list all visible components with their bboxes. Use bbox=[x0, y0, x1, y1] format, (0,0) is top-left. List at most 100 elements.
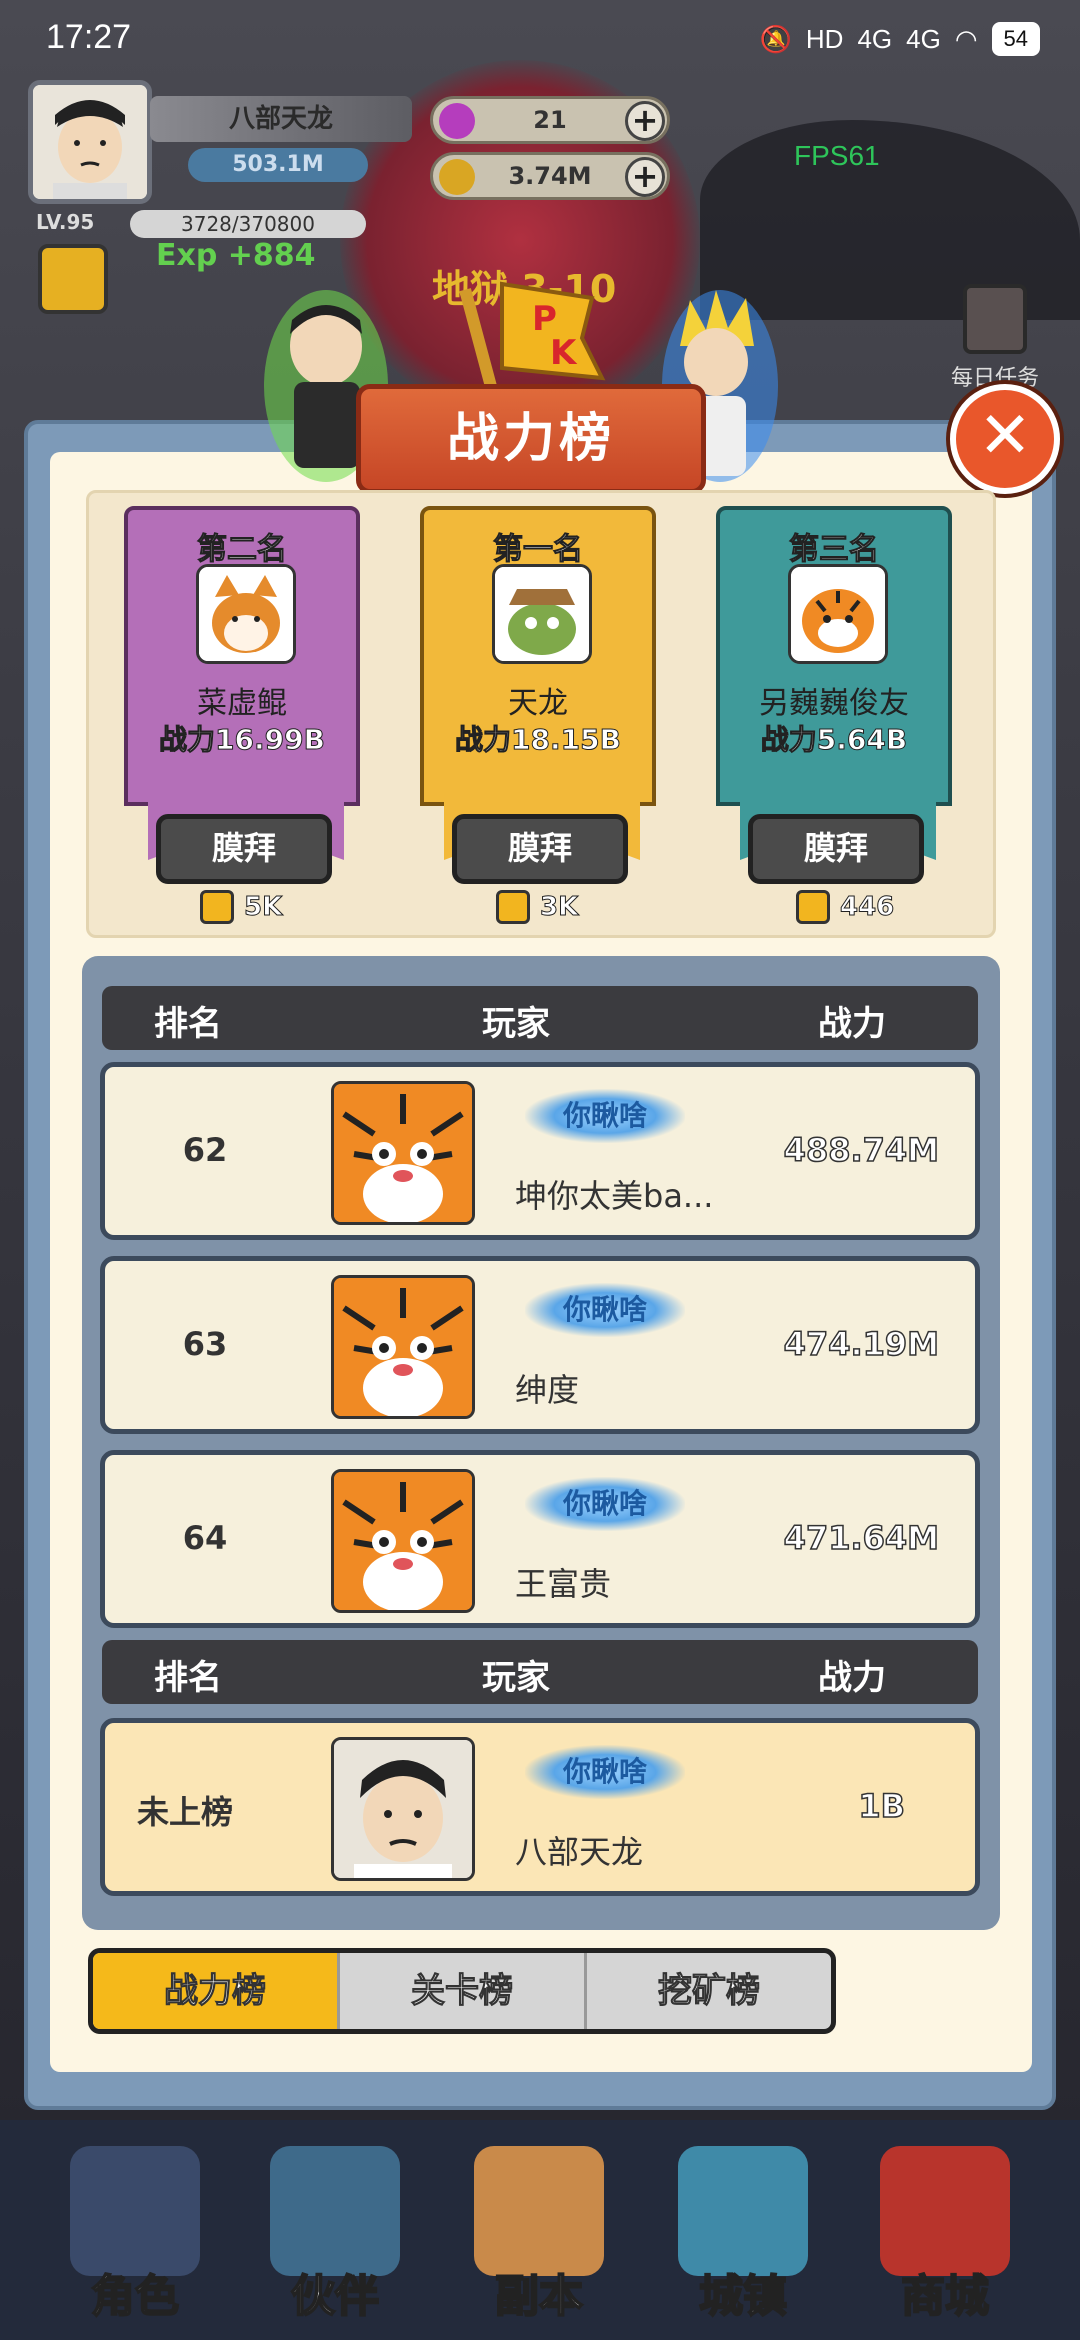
thumbs-up-icon bbox=[796, 890, 830, 924]
partner-icon bbox=[270, 2146, 400, 2276]
header-rank: 排名 bbox=[154, 1004, 222, 1044]
row-player-name: 王富贵 bbox=[515, 1565, 612, 1603]
signal-icon-2: 4G bbox=[906, 23, 941, 54]
tiger-avatar bbox=[331, 1275, 475, 1419]
tab-power[interactable]: 战力榜 bbox=[93, 1953, 340, 2029]
header-player: 玩家 bbox=[482, 1004, 550, 1044]
close-button[interactable]: ✕ bbox=[950, 384, 1060, 494]
player-power: 503.1M bbox=[188, 148, 368, 182]
likes-count: 5K bbox=[243, 892, 283, 923]
worship-button-third[interactable]: 膜拜 bbox=[748, 814, 924, 884]
tab-mining[interactable]: 挖矿榜 bbox=[587, 1953, 831, 2029]
podium-power: 战力5.64B bbox=[760, 723, 908, 757]
tiger-avatar bbox=[331, 1469, 475, 1613]
hd-icon: HD bbox=[805, 23, 844, 54]
my-rank-header: 排名 玩家 战力 bbox=[102, 1640, 978, 1704]
podium-name: 天龙 bbox=[508, 686, 568, 721]
nav-label: 城镇 bbox=[698, 2270, 788, 2323]
signal-icon-1: 4G bbox=[857, 23, 893, 54]
add-gems-button[interactable]: + bbox=[625, 101, 665, 141]
table-row[interactable]: 63 你瞅啥 绅度 474.19M bbox=[100, 1256, 980, 1434]
nav-character[interactable]: 角色 bbox=[40, 2136, 230, 2326]
likes-count: 3K bbox=[539, 892, 579, 923]
row-player-name: 坤你太美ba... bbox=[515, 1177, 714, 1215]
thumbs-up-icon bbox=[496, 890, 530, 924]
row-rank: 64 bbox=[182, 1519, 228, 1557]
player-level: LV.95 bbox=[36, 210, 95, 234]
podium-power: 战力18.15B bbox=[455, 723, 622, 757]
player-avatar[interactable] bbox=[28, 80, 152, 204]
daily-task-button[interactable]: 每日任务 bbox=[940, 284, 1050, 392]
my-rank-row[interactable]: 未上榜 你瞅啥 八部天龙 1B bbox=[100, 1718, 980, 1896]
worship-button-second[interactable]: 膜拜 bbox=[156, 814, 332, 884]
player-name: 八部天龙 bbox=[150, 96, 412, 142]
podium-card-first: 第一名 天龙 战力18.15B bbox=[420, 506, 656, 860]
status-bar: 17:27 🔕 HD 4G 4G ◠ 54 bbox=[0, 0, 1080, 80]
clock: 17:27 bbox=[46, 18, 132, 56]
leaderboard-tabs: 战力榜 关卡榜 挖矿榜 bbox=[88, 1948, 836, 2034]
battery-icon: 54 bbox=[991, 22, 1040, 56]
header-power: 战力 bbox=[818, 1004, 886, 1044]
likes-second: 5K bbox=[200, 890, 283, 924]
row-rank: 62 bbox=[182, 1131, 228, 1169]
scroll-icon bbox=[963, 284, 1027, 354]
place-label: 第二名 bbox=[197, 532, 288, 568]
title-badge: 你瞅啥 bbox=[525, 1745, 685, 1799]
nav-label: 商城 bbox=[900, 2270, 990, 2323]
likes-first: 3K bbox=[496, 890, 579, 924]
worship-button-first[interactable]: 膜拜 bbox=[452, 814, 628, 884]
scroll-map-icon bbox=[474, 2146, 604, 2276]
status-icons: 🔕 HD 4G 4G ◠ 54 bbox=[760, 22, 1040, 56]
nav-dungeon[interactable]: 副本 bbox=[444, 2136, 634, 2326]
row-power: 488.74M bbox=[783, 1130, 940, 1170]
table-header: 排名 玩家 战力 bbox=[102, 986, 978, 1050]
header-power: 战力 bbox=[818, 1658, 886, 1698]
podium-card-third: 第三名 另巍巍俊友 战力5.64B bbox=[716, 506, 952, 860]
nav-partner[interactable]: 伙伴 bbox=[240, 2136, 430, 2326]
side-menu-icon[interactable] bbox=[38, 244, 108, 314]
gold-counter: 3.74M + bbox=[430, 152, 670, 200]
face-icon bbox=[33, 85, 147, 199]
wifi-icon: ◠ bbox=[954, 23, 978, 54]
likes-third: 446 bbox=[796, 890, 895, 924]
pk-flag-icon: P K bbox=[452, 278, 612, 398]
shop-icon bbox=[880, 2146, 1010, 2276]
exp-gain: Exp +884 bbox=[156, 238, 316, 273]
header-player: 玩家 bbox=[482, 1658, 550, 1698]
tiger-avatar bbox=[331, 1081, 475, 1225]
table-row[interactable]: 62 你瞅啥 坤你太美ba... 488.74M bbox=[100, 1062, 980, 1240]
shiba-avatar bbox=[196, 564, 296, 664]
tab-stage[interactable]: 关卡榜 bbox=[340, 1953, 587, 2029]
close-icon: ✕ bbox=[978, 399, 1032, 473]
leaderboard-title: 战力榜 bbox=[356, 384, 706, 494]
table-row[interactable]: 64 你瞅啥 王富贵 471.64M bbox=[100, 1450, 980, 1628]
nav-shop[interactable]: 商城 bbox=[850, 2136, 1040, 2326]
tiger-avatar bbox=[788, 564, 888, 664]
row-power: 1B bbox=[858, 1786, 906, 1826]
gem-icon bbox=[439, 103, 475, 139]
header-rank: 排名 bbox=[154, 1658, 222, 1698]
podium-name: 另巍巍俊友 bbox=[759, 686, 909, 721]
gem-value: 21 bbox=[533, 106, 567, 134]
row-player-name: 绅度 bbox=[515, 1371, 580, 1409]
nav-town[interactable]: 城镇 bbox=[648, 2136, 838, 2326]
svg-text:K: K bbox=[550, 333, 578, 373]
likes-count: 446 bbox=[839, 892, 895, 923]
title-badge: 你瞅啥 bbox=[525, 1089, 685, 1143]
add-gold-button[interactable]: + bbox=[625, 157, 665, 197]
row-player-name: 八部天龙 bbox=[515, 1833, 644, 1871]
character-icon bbox=[70, 2146, 200, 2276]
place-label: 第三名 bbox=[789, 532, 880, 568]
podium-power: 战力16.99B bbox=[159, 723, 326, 757]
title-badge: 你瞅啥 bbox=[525, 1477, 685, 1531]
fps-counter: FPS61 bbox=[794, 140, 880, 171]
thumbs-up-icon bbox=[200, 890, 234, 924]
place-label: 第一名 bbox=[493, 532, 584, 568]
gold-value: 3.74M bbox=[508, 162, 592, 190]
frog-avatar bbox=[492, 564, 592, 664]
player-avatar bbox=[331, 1737, 475, 1881]
town-icon bbox=[678, 2146, 808, 2276]
nav-label: 副本 bbox=[494, 2270, 584, 2323]
row-rank: 未上榜 bbox=[136, 1793, 233, 1831]
gem-counter: 21 + bbox=[430, 96, 670, 144]
